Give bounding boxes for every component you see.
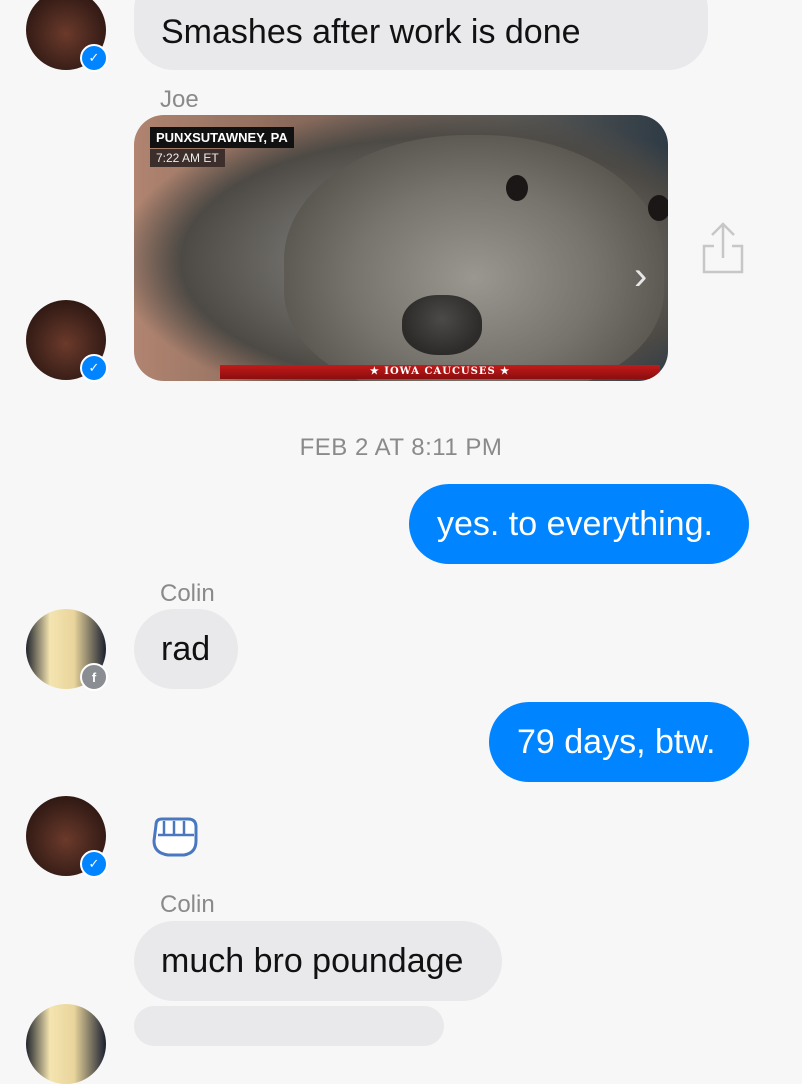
- message-bubble-outgoing[interactable]: 79 days, btw.: [489, 702, 749, 782]
- photo-ticker: ★ IOWA CAUCUSES ★: [220, 365, 660, 379]
- sender-name: Colin: [160, 891, 215, 918]
- message-text: yes. to everything.: [437, 504, 713, 543]
- sender-name: Joe: [160, 86, 199, 113]
- message-bubble-incoming[interactable]: much bro poundage: [134, 921, 502, 1001]
- message-bubble-incoming[interactable]: rad: [134, 609, 238, 689]
- message-bubble-outgoing[interactable]: yes. to everything.: [409, 484, 749, 564]
- messenger-badge-icon: ✓: [80, 44, 108, 72]
- messenger-badge-icon: ✓: [80, 354, 108, 382]
- fist-bump-icon[interactable]: [148, 815, 200, 859]
- message-bubble-partial[interactable]: [134, 1006, 444, 1046]
- message-text: rad: [161, 629, 211, 668]
- shared-photo[interactable]: PUNXSUTAWNEY, PA 7:22 AM ET ★ IOWA CAUCU…: [134, 115, 668, 381]
- share-icon[interactable]: [700, 220, 746, 276]
- photo-caption-location: PUNXSUTAWNEY, PA: [150, 127, 294, 148]
- message-text: 79 days, btw.: [517, 722, 716, 761]
- messenger-badge-icon: ✓: [80, 850, 108, 878]
- message-text: Smashes after work is done: [161, 13, 581, 51]
- chevron-right-icon[interactable]: ›: [634, 254, 647, 299]
- avatar-colin[interactable]: [26, 1004, 106, 1084]
- conversation-timestamp: FEB 2 AT 8:11 PM: [299, 434, 503, 461]
- message-bubble-partial[interactable]: Smashes after work is done: [134, 0, 708, 70]
- photo-caption-time: 7:22 AM ET: [150, 149, 225, 167]
- facebook-badge-icon: f: [80, 663, 108, 691]
- message-text: much bro poundage: [161, 941, 464, 980]
- sender-name: Colin: [160, 580, 215, 607]
